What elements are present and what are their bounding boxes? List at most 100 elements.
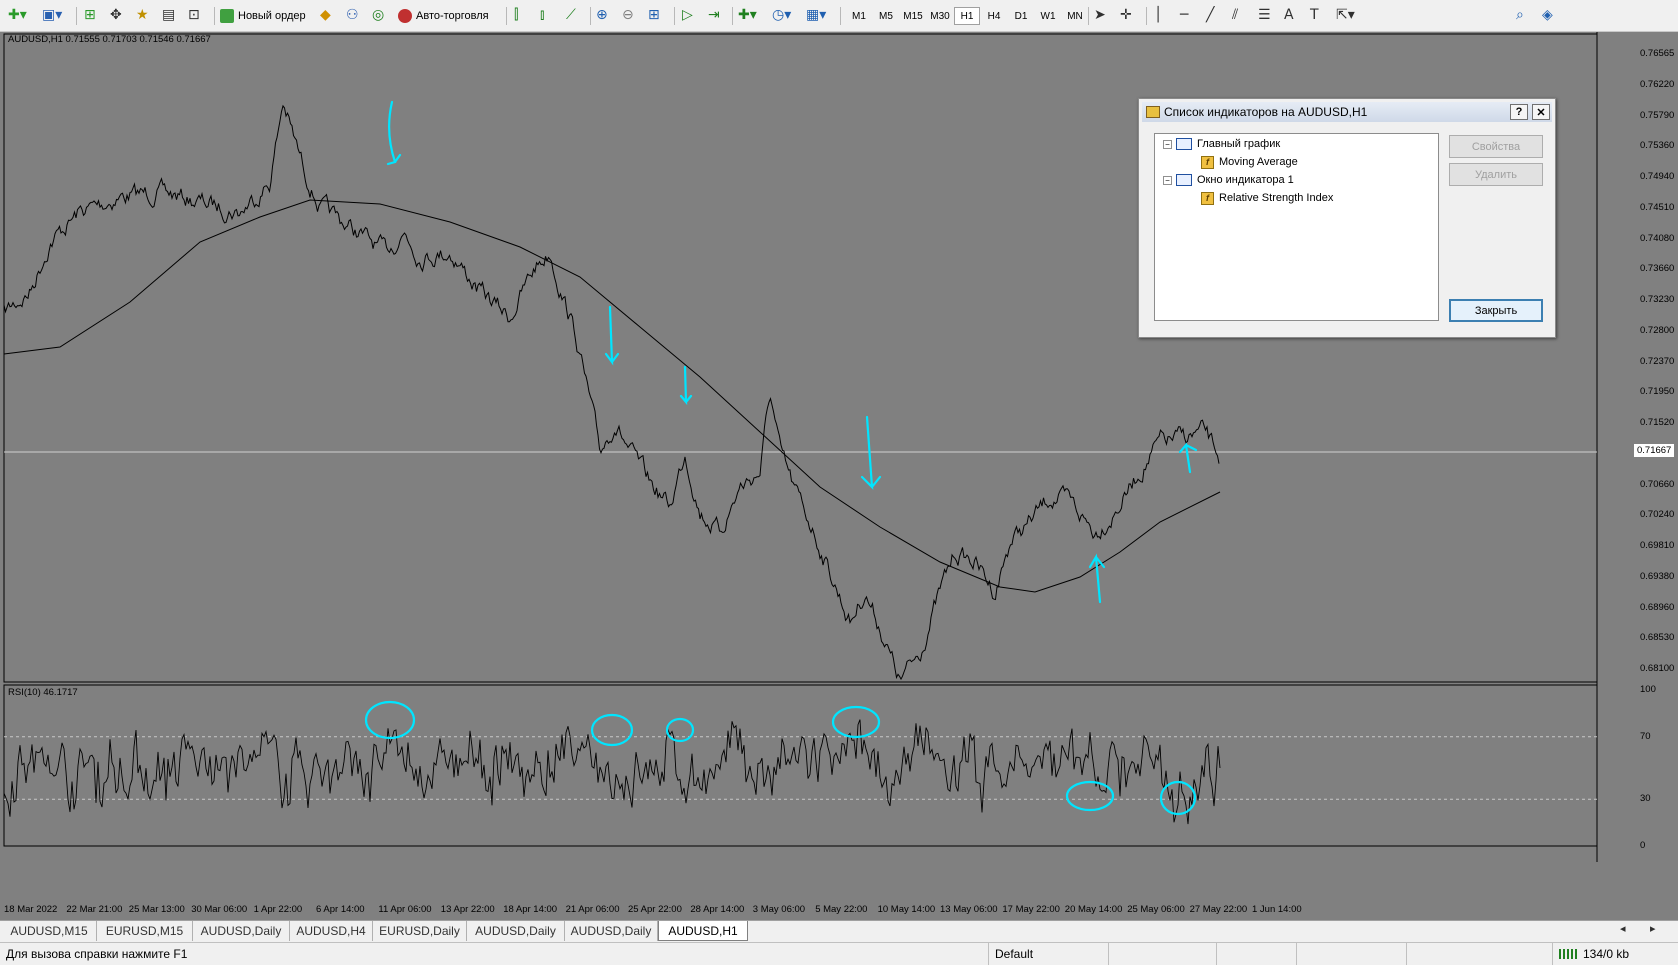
close-button[interactable]: Закрыть (1449, 299, 1543, 322)
price-tick: 0.70660 (1640, 478, 1675, 490)
rsi-tick: 100 (1640, 684, 1656, 695)
new-chart-icon[interactable]: ✚▾ (8, 7, 27, 23)
timeframe-m5[interactable]: M5 (873, 7, 899, 25)
price-line (3, 104, 1220, 681)
tree-item-indicator-window[interactable]: − Окно индикатора 1 (1163, 172, 1294, 188)
templates-icon[interactable]: ▦▾ (806, 7, 826, 23)
down-arrow-annotation (386, 100, 402, 166)
tab-scroll-right-icon[interactable]: ▸ (1650, 922, 1656, 935)
collapse-icon[interactable]: − (1163, 139, 1172, 149)
indicator-icon: f (1201, 191, 1214, 205)
tile-windows-icon[interactable]: ⊞ (648, 7, 660, 23)
time-tick: 5 May 22:00 (815, 904, 868, 915)
signals-icon[interactable]: ⚇ (346, 7, 359, 23)
circle-annotation (665, 717, 695, 743)
chat-icon[interactable]: ◈ (1542, 7, 1553, 23)
horizontal-line-icon[interactable]: ─ (1180, 7, 1188, 23)
up-arrow-annotation (1178, 442, 1198, 474)
rsi-tick: 0 (1640, 840, 1646, 851)
autoscroll-icon[interactable]: ⇥ (708, 7, 720, 23)
timeframe-w1[interactable]: W1 (1035, 7, 1061, 25)
vertical-line-icon[interactable]: │ (1154, 7, 1162, 23)
timeframe-h4[interactable]: H4 (981, 7, 1007, 25)
chart-tab[interactable]: AUDUSD,Daily (193, 921, 290, 941)
rsi-tick: 70 (1640, 730, 1651, 742)
time-tick: 18 Mar 2022 (4, 904, 58, 915)
timeframe-d1[interactable]: D1 (1008, 7, 1034, 25)
dialog-titlebar[interactable]: Список индикаторов на AUDUSD,H1 ? ✕ (1142, 102, 1552, 122)
chart-shift-icon[interactable]: ▷ (682, 7, 693, 23)
chart-tab[interactable]: AUDUSD,H4 (290, 921, 373, 941)
autotrading-button[interactable]: Авто-торговля (398, 6, 489, 26)
indicators-icon[interactable]: ✚▾ (738, 7, 757, 23)
zoom-in-icon[interactable]: ⊕ (596, 7, 608, 23)
connection-icon (1559, 949, 1577, 959)
arrows-icon[interactable]: ⇱▾ (1336, 7, 1355, 23)
price-tick: 0.74080 (1640, 232, 1675, 244)
time-tick: 25 Apr 22:00 (628, 904, 682, 915)
time-tick: 25 May 06:00 (1127, 904, 1185, 915)
metaeditor-icon[interactable]: ◆ (320, 7, 331, 23)
market-watch-icon[interactable]: ⊞ (84, 7, 96, 23)
tree-item-main-chart[interactable]: − Главный график (1163, 136, 1280, 152)
chart-tab[interactable]: AUDUSD,H1 (658, 921, 748, 941)
time-tick: 25 Mar 13:00 (128, 904, 185, 915)
rsi-window-frame (3, 684, 1598, 847)
dialog-help-button[interactable]: ? (1510, 104, 1528, 120)
market-icon[interactable]: ◎ (372, 7, 384, 23)
bar-chart-icon[interactable]: ⫿ (514, 7, 518, 23)
periods-icon[interactable]: ◷▾ (772, 7, 791, 23)
crosshair-icon[interactable]: ✛ (1120, 7, 1132, 23)
chart-tab[interactable]: EURUSD,M15 (97, 921, 193, 941)
channel-icon[interactable]: ⫽ (1232, 7, 1238, 23)
timeframe-h1[interactable]: H1 (954, 7, 980, 25)
timeframe-m15[interactable]: M15 (900, 7, 926, 25)
new-order-icon (220, 9, 234, 23)
up-arrow-annotation (1088, 553, 1106, 604)
chart-tab[interactable]: AUDUSD,Daily (565, 921, 658, 941)
collapse-icon[interactable]: − (1163, 175, 1172, 185)
chart-tab[interactable]: EURUSD,Daily (373, 921, 467, 941)
chart-tab[interactable]: AUDUSD,Daily (467, 921, 565, 941)
timeframe-mn[interactable]: MN (1062, 7, 1088, 25)
time-tick: 27 May 22:00 (1189, 904, 1248, 915)
main-toolbar: ✚▾ ▣▾ ⊞ ✥ ★ ▤ ⊡ Новый ордер ◆ ⚇ ◎ Авто-т… (0, 0, 1678, 32)
status-cell (1406, 943, 1516, 965)
indicators-list-dialog[interactable]: Список индикаторов на AUDUSD,H1 ? ✕ − Гл… (1138, 98, 1556, 338)
navigator-icon[interactable]: ✥ (110, 7, 122, 23)
profiles-icon[interactable]: ▣▾ (42, 7, 62, 23)
fibonacci-icon[interactable]: ☰ (1258, 7, 1271, 23)
indicator-tree[interactable]: − Главный график f Moving Average − Окно… (1154, 133, 1439, 321)
price-tick: 0.75790 (1640, 109, 1675, 121)
tester-icon[interactable]: ⊡ (188, 7, 200, 23)
zoom-out-icon[interactable]: ⊖ (622, 7, 634, 23)
tree-item-moving-average[interactable]: f Moving Average (1201, 154, 1298, 170)
circle-annotation (364, 700, 416, 740)
timeframe-m30[interactable]: M30 (927, 7, 953, 25)
chart-tabs: AUDUSD,M15 EURUSD,M15 AUDUSD,Daily AUDUSD,H… (0, 920, 1678, 942)
price-tick: 0.72370 (1640, 355, 1675, 367)
timeframe-m1[interactable]: M1 (846, 7, 872, 25)
search-icon[interactable]: ⌕ (1516, 7, 1524, 23)
terminal-icon[interactable]: ▤ (162, 7, 175, 23)
properties-button[interactable]: Свойства (1449, 135, 1543, 158)
dialog-close-x-button[interactable]: ✕ (1532, 104, 1550, 120)
time-tick: 6 Apr 14:00 (316, 904, 365, 915)
tab-scroll-left-icon[interactable]: ◂ (1620, 922, 1626, 935)
line-chart-icon[interactable]: ⟋ (566, 7, 576, 23)
time-tick: 1 Apr 22:00 (253, 904, 303, 915)
tree-item-rsi[interactable]: f Relative Strength Index (1201, 190, 1333, 206)
new-order-button[interactable]: Новый ордер (220, 6, 306, 26)
candle-chart-icon[interactable]: ⫾ (540, 7, 544, 23)
cursor-icon[interactable]: ➤ (1094, 7, 1106, 23)
chart-tab[interactable]: AUDUSD,M15 (2, 921, 97, 941)
text-icon[interactable]: A (1284, 7, 1294, 23)
status-cell (1216, 943, 1296, 965)
delete-button[interactable]: Удалить (1449, 163, 1543, 186)
trendline-icon[interactable]: ╱ (1206, 7, 1214, 23)
favorites-icon[interactable]: ★ (136, 7, 149, 23)
time-tick: 17 May 22:00 (1002, 904, 1060, 915)
dialog-title-icon (1146, 106, 1160, 118)
text-label-icon[interactable]: T (1310, 7, 1319, 23)
indicator-icon: f (1201, 155, 1214, 169)
